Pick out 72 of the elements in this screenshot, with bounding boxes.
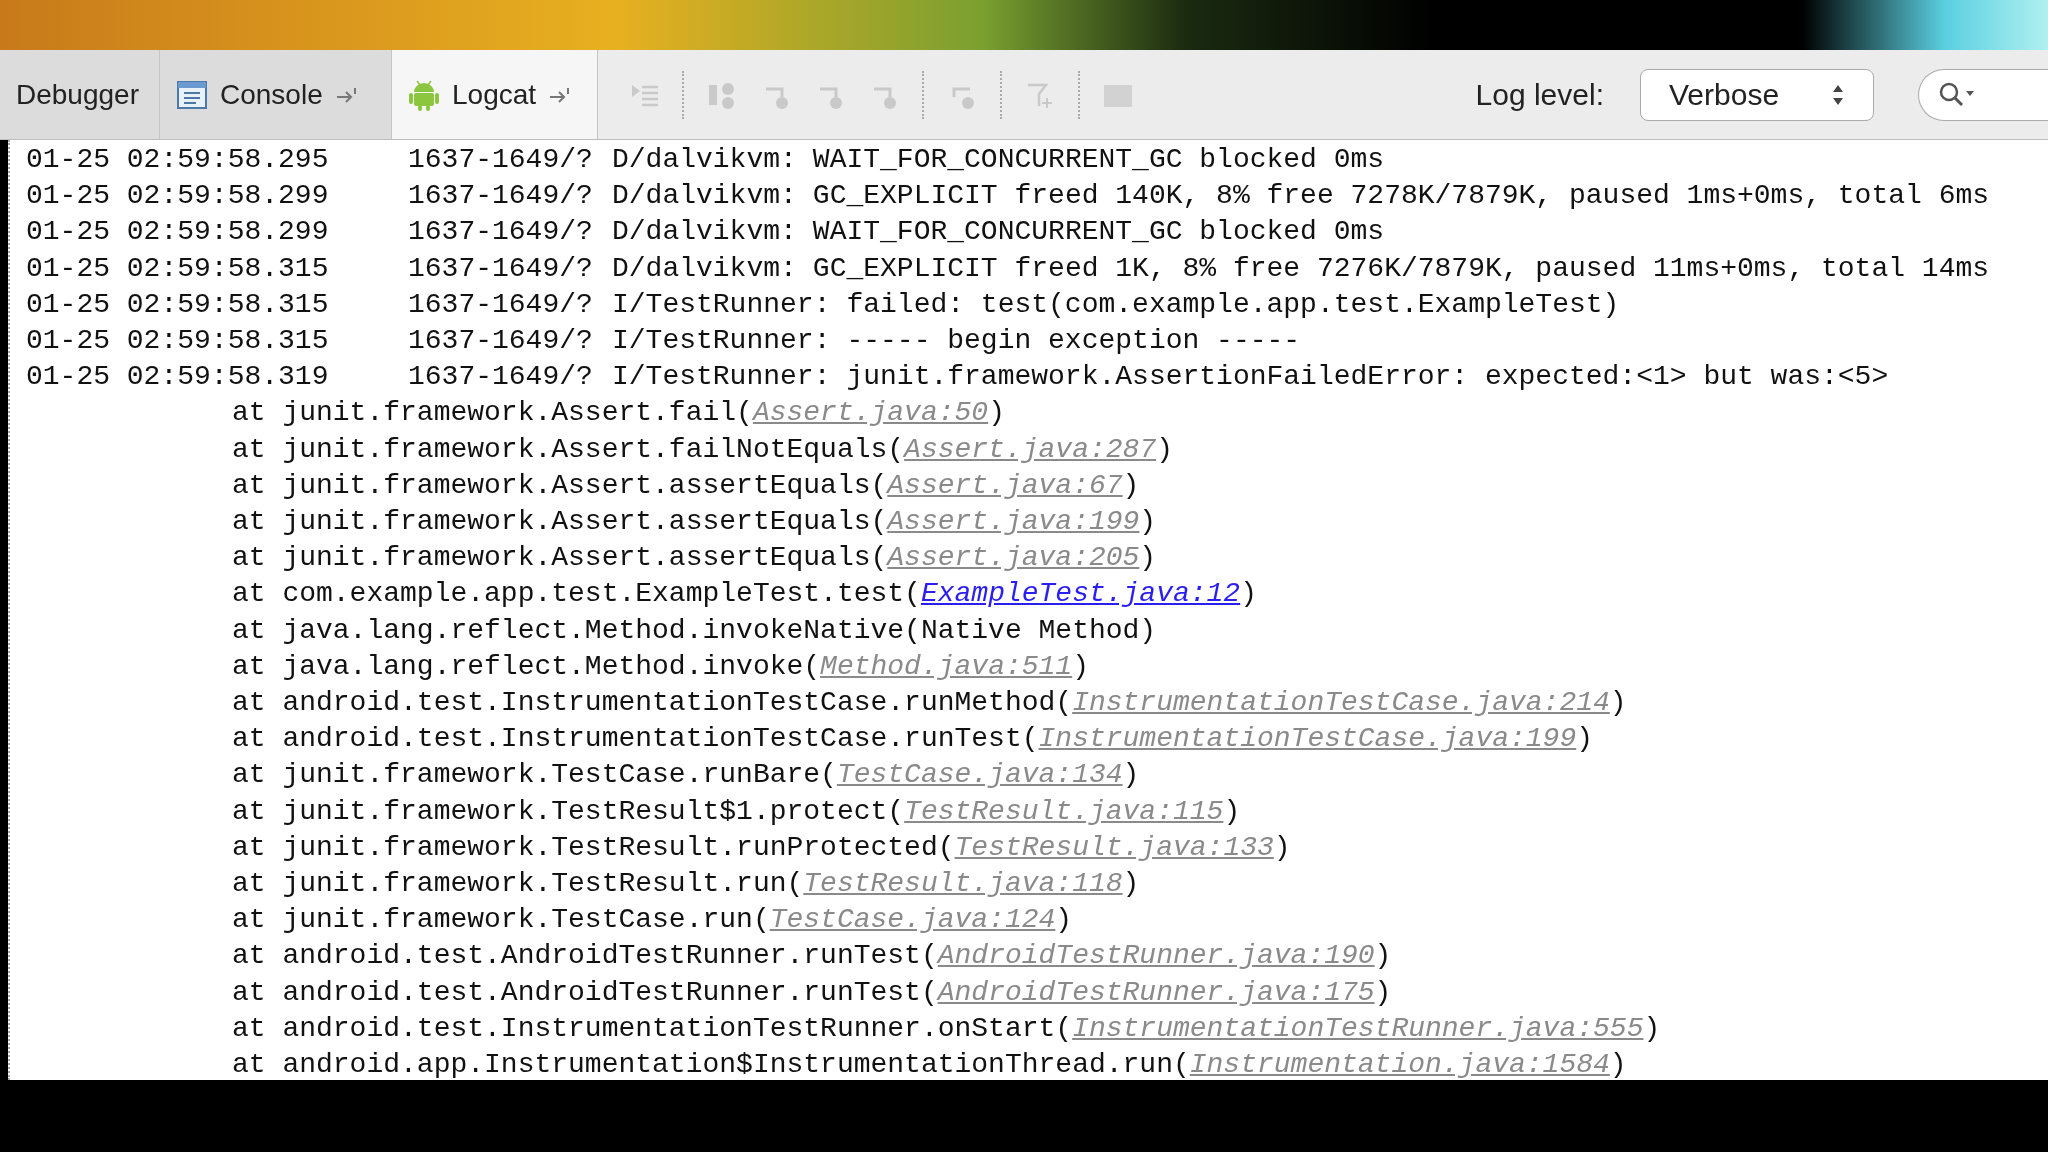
console-icon [176,78,208,111]
stack-frame: at java.lang.reflect.Method.invoke(Method.java:511) [232,650,1089,682]
source-link[interactable]: TestResult.java:133 [954,831,1274,863]
source-link[interactable]: Assert.java:50 [752,397,989,429]
source-link[interactable]: Assert.java:67 [887,469,1123,501]
log-message: GC_EXPLICIT freed 1K, 8% free 7276K/7879K, paused 11ms+0ms, total 14ms [812,251,1990,286]
log-message: WAIT_FOR_CONCURRENT_GC blocked 0ms [812,215,1385,250]
stack-frame: at android.test.InstrumentationTestCase.runTest(InstrumentationTestCase.java:199) [232,723,1594,755]
source-link[interactable]: TestResult.java:115 [904,795,1224,827]
stack-frame: at java.lang.reflect.Method.invokeNative(Native Method) [232,614,1157,646]
log-timestamp: 01-25 02:59:58.295 [26,143,330,177]
stack-frame: at junit.framework.Assert.assertEquals(Assert.java:199) [232,506,1157,538]
stack-frame: at junit.framework.TestCase.runBare(TestCase.java:134) [232,759,1140,791]
stack-frame: at junit.framework.Assert.failNotEquals(Assert.java:287) [232,433,1173,465]
stack-frame: at junit.framework.TestResult.run(TestResult.java:118) [232,868,1140,900]
source-link[interactable]: Assert.java:287 [904,433,1157,465]
log-message: GC_EXPLICIT freed 140K, 8% free 7278K/7879K, paused 1ms+0ms, total 6ms [812,179,1990,214]
log-timestamp: 01-25 02:59:58.315 [26,251,330,286]
log-tag: I/TestRunner: [612,323,847,360]
log-pid: 1637-1649/? [408,360,594,395]
log-tag: D/dalvikvm: [612,214,813,251]
log-pid: 1637-1649/? [408,324,594,358]
log-level-dropdown[interactable]: Verbose [1640,68,1874,121]
search-field[interactable] [1918,68,2048,121]
source-link[interactable]: Method.java:511 [820,650,1073,682]
tab[interactable]: Console [160,50,392,139]
stack-frame: at android.test.InstrumentationTestCase.runMethod(InstrumentationTestCase.java:214) [232,687,1627,719]
stack-frame: at android.test.InstrumentationTestRunner.onStart(InstrumentationTestRunner.java:555) [232,1012,1661,1044]
stack-frame: at android.test.AndroidTestRunner.runTest(AndroidTestRunner.java:190) [232,940,1392,972]
log-pid: 1637-1649/? [408,215,594,250]
stack-frame: at android.app.Instrumentation$InstrumentationThread.run(Instrumentation.java:1584) [232,1049,1627,1080]
tab[interactable]: Debugger [0,50,160,139]
stack-frame: at junit.framework.TestCase.run(TestCase.java:124) [232,904,1073,936]
log-pid: 1637-1649/? [408,251,594,286]
source-link[interactable]: TestResult.java:118 [803,868,1123,900]
source-link[interactable]: InstrumentationTestCase.java:214 [1072,687,1610,719]
source-link[interactable]: AndroidTestRunner.java:190 [937,940,1375,972]
tab[interactable]: Logcat [392,50,598,139]
source-link[interactable]: AndroidTestRunner.java:175 [937,976,1375,1008]
stack-frame: at junit.framework.TestResult.runProtected(TestResult.java:133) [232,831,1291,863]
source-link[interactable]: TestCase.java:134 [836,759,1123,791]
log-message: failed: test(com.example.app.test.ExampleTest) [846,287,1620,322]
log-pid: 1637-1649/? [408,287,594,322]
log-pid: 1637-1649/? [408,143,594,177]
log-message: junit.framework.AssertionFailedError: expected:<1> but was:<5> [846,360,1889,395]
log-message: WAIT_FOR_CONCURRENT_GC blocked 0ms [812,143,1385,177]
log-timestamp: 01-25 02:59:58.299 [26,179,330,214]
log-timestamp: 01-25 02:59:58.315 [26,324,330,358]
stack-frame: at com.example.app.test.ExampleTest.test(ExampleTest.java:12) [232,578,1257,610]
source-link[interactable]: Assert.java:205 [887,542,1140,574]
stack-frame: at junit.framework.TestResult$1.protect(TestResult.java:115) [232,795,1241,827]
log-tag: D/dalvikvm: [612,178,813,215]
log-message: ----- begin exception ----- [846,324,1301,358]
log-tag: D/dalvikvm: [612,250,813,287]
source-link[interactable]: TestCase.java:124 [769,904,1056,936]
stack-frame: at junit.framework.Assert.fail(Assert.java:50) [232,397,1005,429]
source-link[interactable]: Instrumentation.java:1584 [1189,1049,1610,1080]
log-tag: D/dalvikvm: [612,142,813,179]
source-link[interactable]: InstrumentationTestCase.java:199 [1038,723,1577,755]
stack-frame: at junit.framework.Assert.assertEquals(Assert.java:67) [232,469,1140,501]
log-tag: I/TestRunner: [612,286,847,323]
source-link[interactable]: Assert.java:199 [887,506,1140,538]
log-tag: I/TestRunner: [612,359,847,396]
source-link[interactable]: ExampleTest.java:12 [920,578,1241,610]
log-timestamp: 01-25 02:59:58.299 [26,215,330,250]
log-timestamp: 01-25 02:59:58.319 [26,360,330,395]
log-level-label: Log level: [1475,77,1604,113]
stack-frame: at android.test.AndroidTestRunner.runTest(AndroidTestRunner.java:175) [232,976,1392,1008]
log-pid: 1637-1649/? [408,179,594,214]
stack-frame: at junit.framework.Assert.assertEquals(Assert.java:205) [232,542,1157,574]
source-link[interactable]: InstrumentationTestRunner.java:555 [1072,1012,1644,1044]
log-timestamp: 01-25 02:59:58.315 [26,287,330,322]
